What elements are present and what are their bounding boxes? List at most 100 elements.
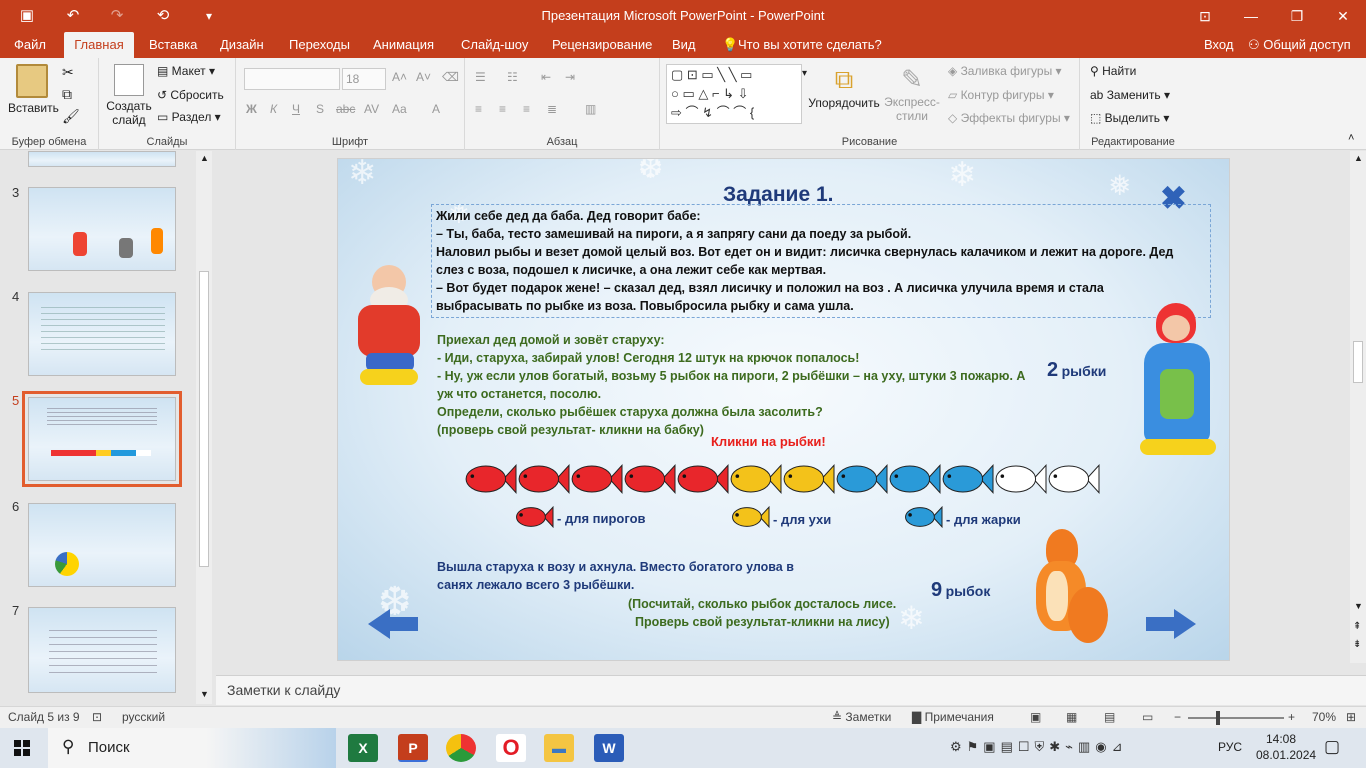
- layout-button[interactable]: ▤ Макет ▾: [157, 64, 215, 78]
- fish-blue[interactable]: [942, 464, 994, 494]
- shrink-font-icon[interactable]: A˅: [416, 70, 431, 84]
- format-painter-icon[interactable]: 🖌: [62, 108, 80, 125]
- share-button[interactable]: ⚇ Общий доступ: [1248, 32, 1351, 58]
- font-family-select[interactable]: [244, 68, 340, 90]
- zoom-slider[interactable]: [1188, 717, 1284, 719]
- zoom-in-icon[interactable]: +: [1288, 710, 1295, 724]
- scroll-up-icon[interactable]: ▲: [1354, 153, 1363, 163]
- scrollbar-thumb[interactable]: [1353, 341, 1363, 383]
- ribbon-display-options-icon[interactable]: ⊡: [1182, 0, 1228, 32]
- legend-fish-shape[interactable]: [516, 505, 554, 529]
- slide-scrollbar[interactable]: ▲ ▼ ⇞ ⇟: [1350, 151, 1366, 663]
- tab-review[interactable]: Рецензирование: [552, 32, 652, 58]
- fish-yellow[interactable]: [730, 464, 782, 494]
- tab-animations[interactable]: Анимация: [373, 32, 434, 58]
- fish-yellow[interactable]: [783, 464, 835, 494]
- tab-file[interactable]: Файл: [14, 32, 46, 58]
- thumbnail-partial[interactable]: [28, 151, 176, 167]
- align-right-icon[interactable]: ≡: [523, 102, 530, 116]
- fish-blue[interactable]: [889, 464, 941, 494]
- tab-view[interactable]: Вид: [672, 32, 696, 58]
- thumbnail-slide-5[interactable]: [22, 391, 182, 487]
- numbering-icon[interactable]: ☷: [507, 70, 518, 84]
- collapse-ribbon-icon[interactable]: ˄: [1348, 132, 1354, 144]
- justify-icon[interactable]: ≣: [547, 102, 557, 116]
- grow-font-icon[interactable]: A˄: [392, 70, 407, 84]
- increase-indent-icon[interactable]: ⇥: [565, 70, 575, 84]
- maximize-button[interactable]: ❐: [1274, 0, 1320, 32]
- fish-red[interactable]: [624, 464, 676, 494]
- zoom-slider-thumb[interactable]: [1216, 711, 1220, 725]
- quick-styles-button[interactable]: ✎ Экспресс- стили: [882, 64, 942, 123]
- fish-red[interactable]: [465, 464, 517, 494]
- change-case-button[interactable]: Aa: [392, 102, 407, 116]
- back-arrow-icon[interactable]: [368, 609, 418, 639]
- thumbnail-slide-6[interactable]: [28, 503, 176, 587]
- forward-arrow-icon[interactable]: [1146, 609, 1196, 639]
- thumbnail-slide-3[interactable]: [28, 187, 176, 271]
- replace-button[interactable]: ab Заменить ▾: [1090, 88, 1170, 102]
- spellcheck-icon[interactable]: ⊡: [92, 710, 102, 724]
- slide-sorter-icon[interactable]: ▦: [1066, 710, 1077, 724]
- shapes-gallery[interactable]: ▢ ⊡ ▭ ╲ ╲ ▭ ○ ▭ △ ⌐ ↳ ⇩ ⇨ ⌒ ↯ ⌒ ⌒ {: [666, 64, 802, 124]
- select-button[interactable]: ⬚ Выделить ▾: [1090, 111, 1169, 125]
- clear-format-icon[interactable]: ⌫: [442, 70, 459, 84]
- shape-fill-button[interactable]: ◈ Заливка фигуры ▾: [948, 64, 1062, 78]
- input-language[interactable]: РУС: [1218, 740, 1242, 754]
- scroll-down-icon[interactable]: ▼: [200, 689, 209, 699]
- fish-row[interactable]: [464, 459, 1104, 501]
- zoom-level[interactable]: 70%: [1312, 710, 1336, 724]
- fish-red[interactable]: [677, 464, 729, 494]
- next-slide-icon[interactable]: ⇟: [1353, 639, 1361, 650]
- shape-outline-button[interactable]: ▱ Контур фигуры ▾: [948, 88, 1054, 102]
- file-explorer-app-icon[interactable]: ▬: [544, 734, 574, 762]
- excel-app-icon[interactable]: X: [348, 734, 378, 762]
- fish-white[interactable]: [1048, 464, 1100, 494]
- slideshow-view-icon[interactable]: ▭: [1142, 710, 1153, 724]
- columns-icon[interactable]: ▥: [585, 102, 596, 116]
- cut-icon[interactable]: ✂: [62, 64, 74, 81]
- opera-app-icon[interactable]: O: [496, 734, 526, 762]
- signin-link[interactable]: Вход: [1204, 32, 1233, 58]
- close-button[interactable]: ✕: [1320, 0, 1366, 32]
- italic-button[interactable]: К: [270, 102, 277, 116]
- align-center-icon[interactable]: ≡: [499, 102, 506, 116]
- chrome-app-icon[interactable]: [446, 734, 476, 762]
- arrange-button[interactable]: ⧉ Упорядочить: [806, 64, 882, 110]
- scroll-down-icon[interactable]: ▼: [1354, 601, 1363, 611]
- scroll-up-icon[interactable]: ▲: [200, 153, 209, 163]
- thumbnail-slide-4[interactable]: [28, 292, 176, 376]
- tab-design[interactable]: Дизайн: [220, 32, 264, 58]
- granny-image[interactable]: [1130, 299, 1224, 459]
- section-button[interactable]: ▭ Раздел ▾: [157, 110, 221, 124]
- strikethrough-button[interactable]: abc: [336, 102, 355, 116]
- shape-effects-button[interactable]: ◇ Эффекты фигуры ▾: [948, 111, 1070, 125]
- notes-pane[interactable]: Заметки к слайду: [216, 675, 1366, 705]
- powerpoint-app-icon[interactable]: P: [398, 734, 428, 762]
- fit-slide-icon[interactable]: ⊞: [1346, 710, 1356, 724]
- reading-view-icon[interactable]: ▤: [1104, 710, 1115, 724]
- tab-insert[interactable]: Вставка: [149, 32, 197, 58]
- font-color-icon[interactable]: A: [432, 102, 440, 116]
- font-size-select[interactable]: 18: [342, 68, 386, 90]
- thumbnail-slide-7[interactable]: [28, 607, 176, 693]
- fish-blue[interactable]: [836, 464, 888, 494]
- tab-slideshow[interactable]: Слайд-шоу: [461, 32, 528, 58]
- fox-image[interactable]: [1012, 527, 1108, 655]
- char-spacing-button[interactable]: AV: [364, 102, 379, 116]
- system-tray-icons[interactable]: ⚙⚑▣▤☐⛨✱⌁▥◉⊿: [950, 739, 1128, 755]
- copy-icon[interactable]: ⧉: [62, 86, 72, 103]
- minimize-button[interactable]: —: [1228, 0, 1274, 32]
- legend-fish-shape[interactable]: [732, 505, 770, 529]
- word-app-icon[interactable]: W: [594, 734, 624, 762]
- previous-slide-icon[interactable]: ⇞: [1353, 621, 1361, 632]
- bullets-icon[interactable]: ☰: [475, 70, 486, 84]
- legend-fish-shape[interactable]: [905, 505, 943, 529]
- fish-red[interactable]: [518, 464, 570, 494]
- fish-red[interactable]: [571, 464, 623, 494]
- find-button[interactable]: ⚲ Найти: [1090, 64, 1136, 78]
- bold-button[interactable]: Ж: [246, 102, 257, 116]
- grandpa-image[interactable]: [350, 265, 428, 387]
- fish-white[interactable]: [995, 464, 1047, 494]
- decrease-indent-icon[interactable]: ⇤: [541, 70, 551, 84]
